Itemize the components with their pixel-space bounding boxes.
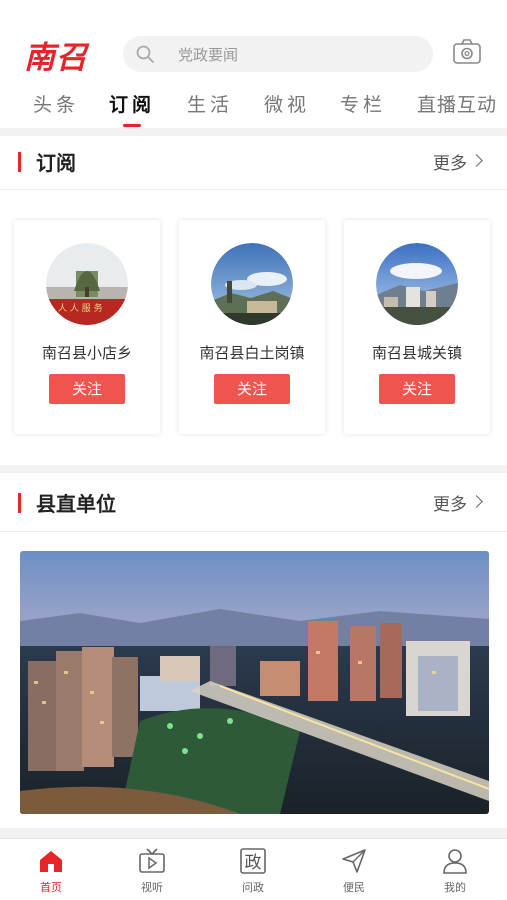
tv-icon [139, 848, 165, 873]
tab-subscribe[interactable]: 订阅 [109, 90, 155, 117]
search-placeholder: 党政要闻 [178, 46, 239, 64]
follow-button[interactable]: 关注 [214, 374, 290, 404]
nav-label: 便民 [343, 881, 365, 894]
divider [0, 189, 507, 190]
search-icon [136, 45, 154, 63]
section-marker [18, 152, 21, 172]
nav-label: 首页 [40, 881, 62, 894]
card-title: 南召县城关镇 [371, 344, 462, 362]
tab-micro-video[interactable]: 微视 [264, 90, 310, 117]
tab-live[interactable]: 直播互动 [417, 90, 497, 117]
app-screen: 南召 党政要闻 头条 订阅 生活 微视 专栏 直播互动 订阅 更多 人 人 服 … [0, 0, 507, 900]
section-separator [0, 828, 507, 838]
tab-life[interactable]: 生活 [187, 90, 233, 117]
tab-headlines[interactable]: 头条 [33, 90, 79, 117]
county-section-header: 县直单位 更多 [0, 477, 507, 527]
nav-home[interactable]: 首页 [21, 847, 81, 897]
follow-button[interactable]: 关注 [49, 374, 125, 404]
nav-audio-video[interactable]: 视听 [122, 847, 182, 897]
avatar [376, 243, 458, 325]
svg-text:人 人 服 务: 人 人 服 务 [58, 302, 103, 314]
tab-columns[interactable]: 专栏 [340, 90, 386, 117]
bottom-tab-bar: 首页 视听 政 问政 便民 我的 [0, 838, 507, 900]
active-tab-indicator [123, 124, 141, 127]
more-link[interactable]: 更多 [433, 149, 467, 174]
camera-icon[interactable] [452, 38, 482, 66]
section-marker [18, 493, 21, 513]
section-title: 订阅 [36, 151, 76, 175]
more-link[interactable]: 更多 [433, 490, 467, 515]
user-icon [443, 849, 467, 874]
chevron-right-icon[interactable] [470, 154, 483, 167]
subscribe-card[interactable]: 南召县城关镇 关注 [344, 220, 490, 434]
nav-label: 我的 [444, 881, 466, 894]
section-separator [0, 128, 507, 136]
follow-button[interactable]: 关注 [379, 374, 455, 404]
svg-text:政: 政 [245, 853, 262, 873]
top-header: 南召 党政要闻 [0, 28, 507, 78]
channel-tabs: 头条 订阅 生活 微视 专栏 直播互动 [0, 90, 507, 130]
nav-convenience[interactable]: 便民 [324, 847, 384, 897]
card-title: 南召县小店乡 [41, 344, 132, 362]
county-banner-image[interactable] [20, 551, 489, 814]
search-bar[interactable]: 党政要闻 [123, 36, 433, 72]
avatar: 人 人 服 务 [46, 243, 128, 325]
avatar [211, 243, 293, 325]
send-icon [342, 849, 366, 873]
nav-inquiry[interactable]: 政 问政 [223, 847, 283, 897]
nav-mine[interactable]: 我的 [425, 847, 485, 897]
subscribe-section-header: 订阅 更多 [0, 136, 507, 186]
subscribe-card[interactable]: 南召县白土岗镇 关注 [179, 220, 325, 434]
subscribe-card[interactable]: 人 人 服 务 南召县小店乡 关注 [14, 220, 160, 434]
section-separator [0, 465, 507, 473]
divider [0, 531, 507, 532]
app-logo[interactable]: 南召 [24, 32, 88, 77]
card-title: 南召县白土岗镇 [199, 344, 305, 362]
chevron-right-icon[interactable] [470, 495, 483, 508]
nav-label: 问政 [242, 881, 264, 894]
home-icon [40, 851, 62, 872]
nav-label: 视听 [141, 881, 163, 894]
zheng-icon: 政 [240, 848, 266, 874]
section-title: 县直单位 [36, 492, 116, 516]
